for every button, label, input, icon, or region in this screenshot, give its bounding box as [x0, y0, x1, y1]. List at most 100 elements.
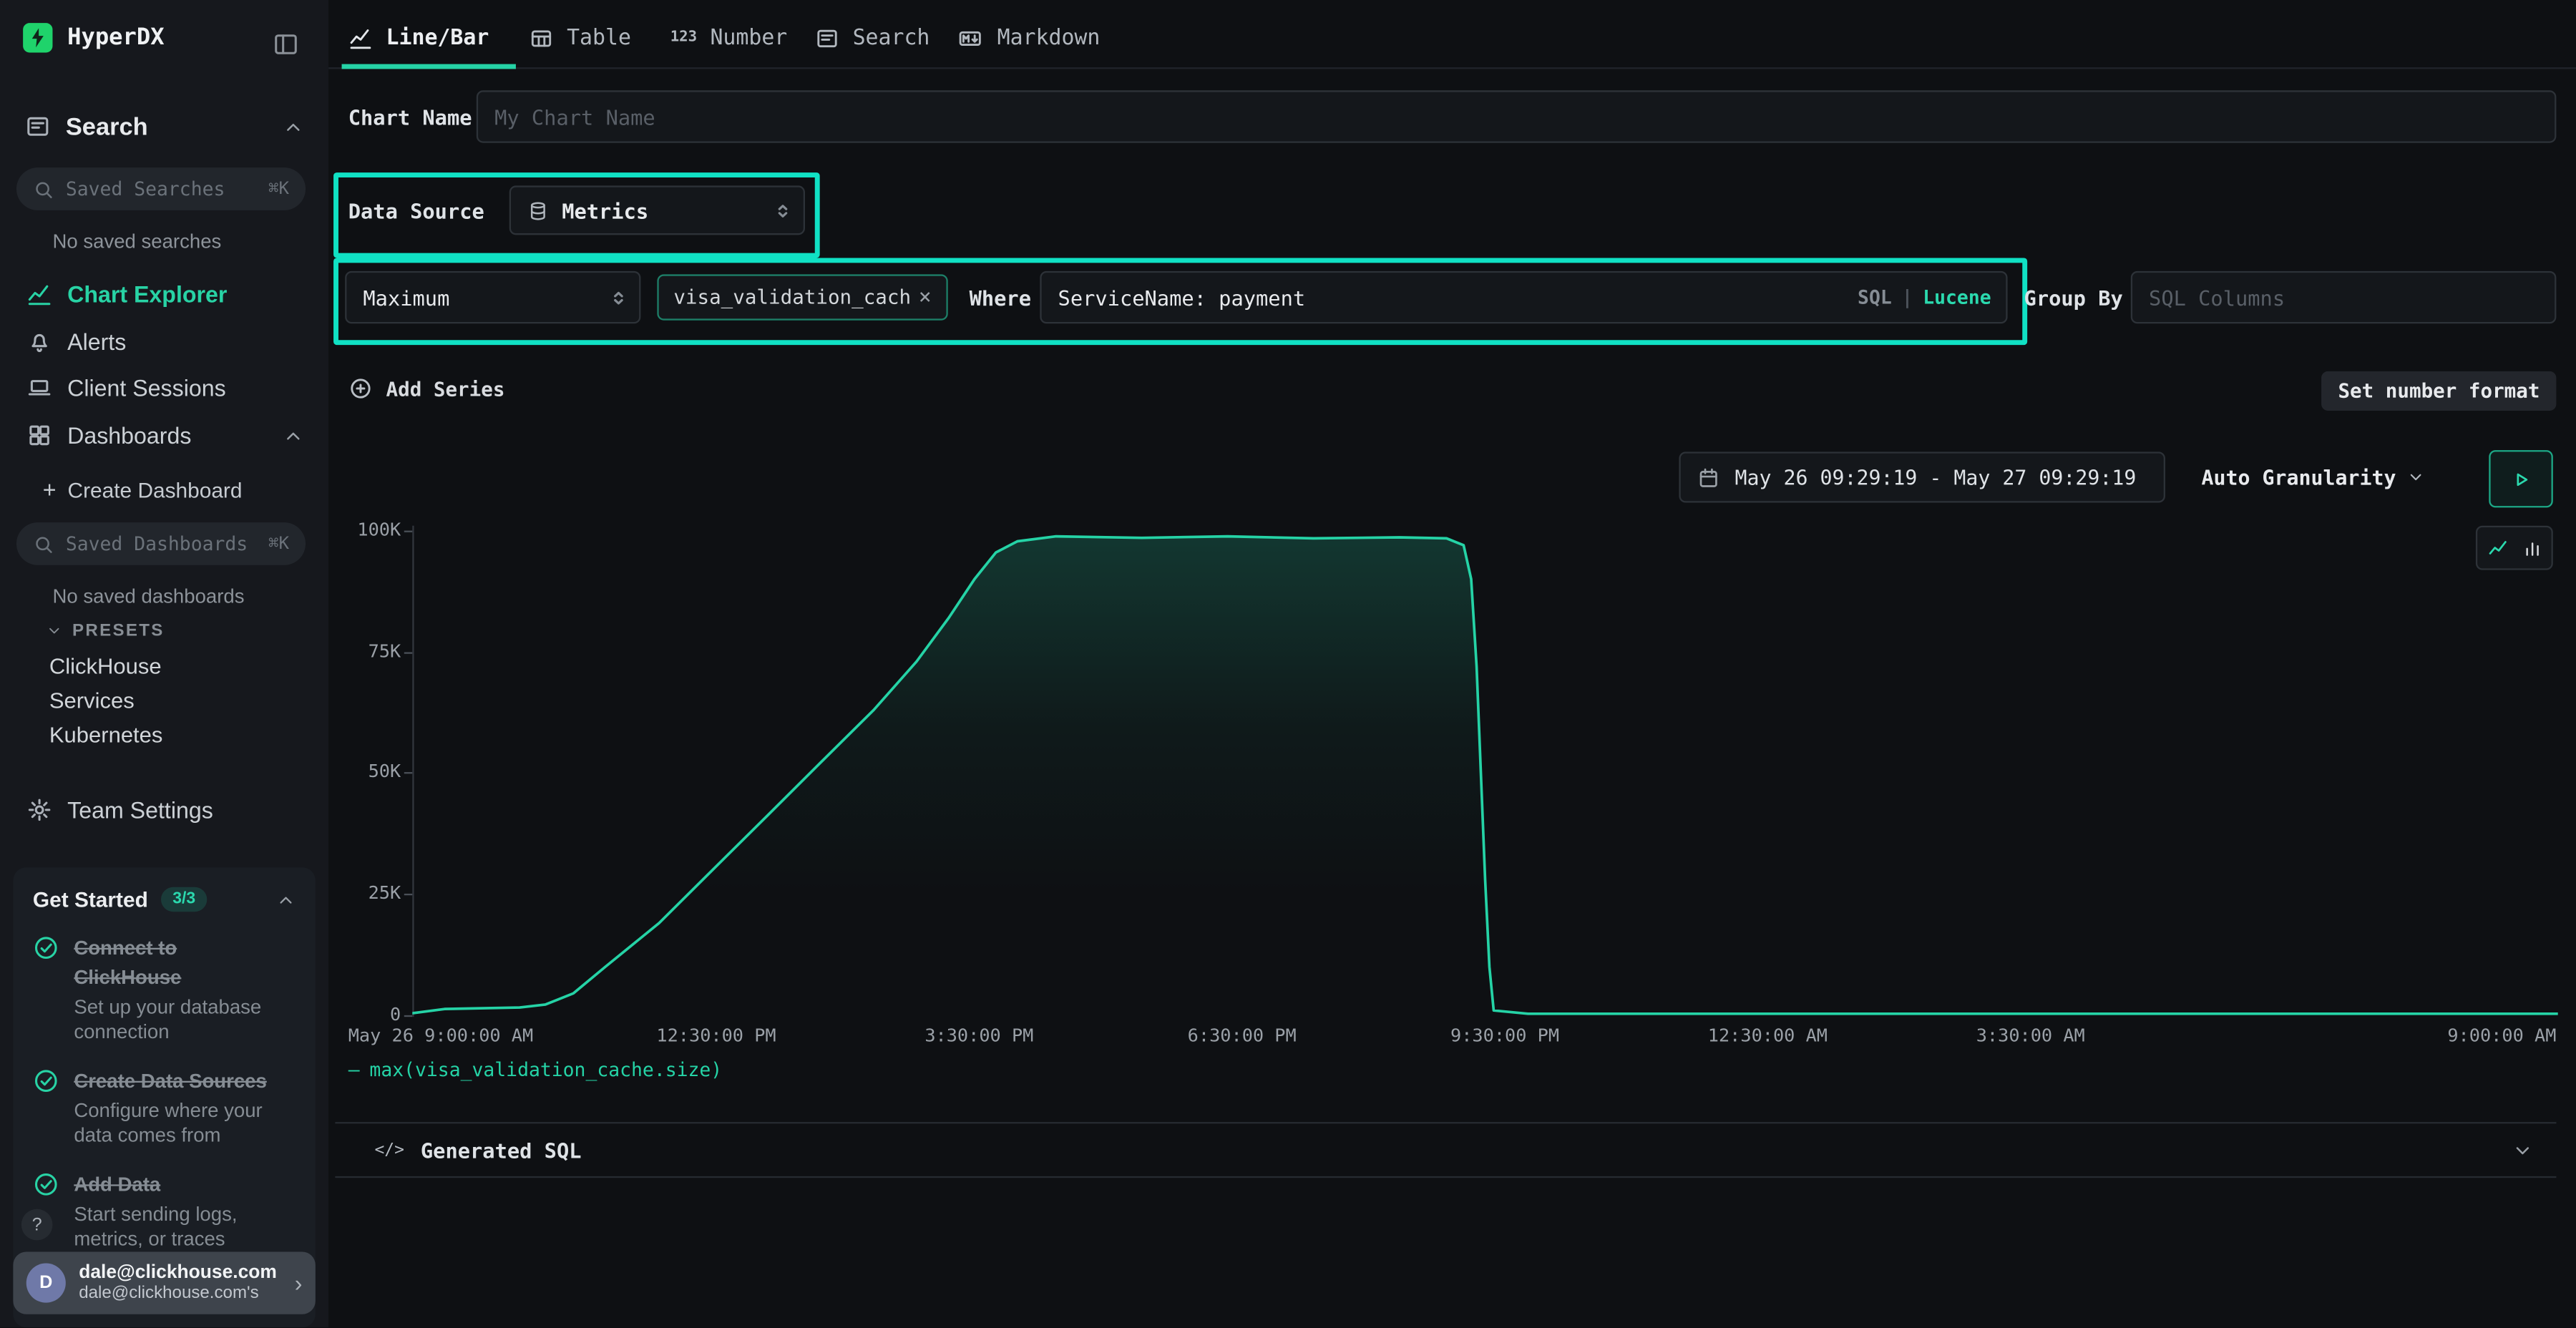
select-chevrons-icon	[774, 200, 791, 221]
chart-name-input[interactable]	[477, 90, 2557, 142]
collapse-sidebar-icon[interactable]	[273, 31, 299, 58]
brand-row: HyperDX	[23, 23, 164, 52]
chevron-up-icon[interactable]	[276, 889, 296, 909]
preset-clickhouse[interactable]: ClickHouse	[49, 654, 162, 678]
sidebar-item-client-sessions[interactable]: Client Sessions	[0, 366, 328, 409]
y-tick-mark	[404, 894, 412, 895]
user-menu[interactable]: D dale@clickhouse.com dale@clickhouse.co…	[13, 1251, 315, 1314]
chevron-up-icon[interactable]	[283, 424, 304, 446]
get-started-item-title: Connect to ClickHouse	[74, 937, 181, 989]
saved-dashboards-placeholder: Saved Dashboards	[66, 532, 268, 555]
legend-line-swatch: —	[348, 1058, 360, 1081]
data-source-select[interactable]: Metrics	[509, 185, 805, 235]
chevron-up-icon[interactable]	[283, 117, 304, 138]
lucene-mode-toggle[interactable]: Lucene	[1923, 285, 1991, 308]
tab-number[interactable]: 123 Number	[670, 13, 788, 62]
y-tick-label: 50K	[328, 761, 401, 782]
tab-label: Search	[853, 26, 930, 50]
timeseries-chart[interactable]	[412, 526, 2557, 1019]
data-source-value: Metrics	[562, 198, 648, 223]
add-series-label: Add Series	[386, 377, 505, 400]
chevron-right-icon: ›	[295, 1270, 303, 1297]
chart-line-icon	[26, 281, 53, 308]
hyperdx-logo-icon	[23, 23, 52, 52]
get-started-item[interactable]: Add Data Start sending logs, metrics, or…	[33, 1170, 296, 1252]
get-started-item-subtitle: Configure where your data comes from	[74, 1099, 278, 1148]
chevron-down-icon[interactable]	[2512, 1139, 2533, 1161]
sidebar-item-label: Dashboards	[67, 422, 191, 449]
search-icon	[33, 533, 54, 555]
get-started-item-title: Add Data	[74, 1173, 160, 1196]
data-source-icon	[527, 200, 549, 221]
saved-searches-input[interactable]: Saved Searches ⌘K	[16, 167, 306, 210]
tab-line-bar[interactable]: Line/Bar	[348, 13, 489, 62]
get-started-title: Get Started	[33, 887, 148, 912]
calendar-icon	[1697, 466, 1720, 489]
legend-series-label: max(visa_validation_cache.size)	[369, 1058, 722, 1081]
search-icon	[33, 178, 54, 200]
sidebar-item-dashboards[interactable]: Dashboards	[0, 414, 328, 457]
no-saved-searches-text: No saved searches	[52, 230, 221, 253]
y-tick-label: 75K	[328, 640, 401, 662]
preset-kubernetes[interactable]: Kubernetes	[49, 723, 163, 747]
chevron-down-icon	[46, 622, 62, 639]
play-icon	[2509, 467, 2532, 490]
generated-sql-label: Generated SQL	[421, 1138, 582, 1162]
create-dashboard-button[interactable]: + Create Dashboard	[43, 477, 243, 503]
presets-toggle[interactable]: PRESETS	[46, 621, 164, 641]
search-section-header[interactable]: Search	[0, 109, 328, 148]
granularity-select[interactable]: Auto Granularity	[2202, 451, 2426, 502]
saved-dashboards-input[interactable]: Saved Dashboards ⌘K	[16, 522, 306, 565]
add-series-button[interactable]: Add Series	[348, 376, 505, 401]
main-content: Line/Bar Table 123 Number Search	[328, 0, 2576, 1327]
x-tick-label: 12:30:00 PM	[656, 1025, 776, 1047]
help-button[interactable]: ?	[21, 1209, 53, 1241]
group-by-input[interactable]	[2131, 271, 2557, 323]
chevron-down-icon	[2408, 468, 2426, 486]
tab-table[interactable]: Table	[529, 13, 631, 62]
chart-legend: — max(visa_validation_cache.size)	[348, 1058, 722, 1081]
y-tick-label: 0	[328, 1004, 401, 1025]
preset-services[interactable]: Services	[49, 688, 135, 713]
close-icon[interactable]: ×	[919, 285, 932, 309]
x-tick-label: May 26 9:00:00 AM	[348, 1025, 534, 1047]
date-range-picker[interactable]: May 26 09:29:19 - May 27 09:29:19	[1679, 451, 2165, 502]
presets-label: PRESETS	[72, 621, 165, 641]
tab-search[interactable]: Search	[815, 13, 930, 62]
sidebar-item-team-settings[interactable]: Team Settings	[0, 788, 328, 831]
sidebar-item-alerts[interactable]: Alerts	[0, 321, 328, 363]
sidebar-item-label: Alerts	[67, 328, 126, 355]
sidebar-item-chart-explorer[interactable]: Chart Explorer	[0, 273, 328, 316]
create-dashboard-label: Create Dashboard	[68, 477, 243, 502]
granularity-value: Auto Granularity	[2202, 466, 2396, 489]
bell-icon	[26, 328, 53, 355]
question-mark-icon: ?	[32, 1215, 42, 1235]
y-tick-label: 25K	[328, 882, 401, 904]
brand-name: HyperDX	[67, 24, 164, 51]
check-circle-icon	[33, 1068, 59, 1094]
app-window: HyperDX Search Saved Searches ⌘K No save…	[0, 0, 2576, 1327]
sql-mode-toggle[interactable]: SQL	[1858, 285, 1892, 308]
get-started-item-title: Create Data Sources	[74, 1070, 267, 1093]
y-tick-mark	[404, 1015, 412, 1017]
x-tick-label: 9:30:00 PM	[1450, 1025, 1559, 1047]
tab-markdown[interactable]: Markdown	[956, 13, 1100, 62]
get-started-item[interactable]: Create Data Sources Configure where your…	[33, 1066, 296, 1148]
y-tick-label: 100K	[328, 519, 401, 541]
where-field: SQL | Lucene	[1040, 271, 2007, 323]
aggregation-value: Maximum	[363, 285, 449, 309]
get-started-item-subtitle: Start sending logs, metrics, or traces	[74, 1203, 278, 1252]
tab-label: Markdown	[997, 26, 1101, 50]
plus-icon: +	[43, 477, 57, 503]
x-tick-label: 3:30:00 AM	[1976, 1025, 2085, 1047]
set-number-format-button[interactable]: Set number format	[2322, 371, 2557, 411]
generated-sql-row[interactable]: </> Generated SQL	[335, 1122, 2556, 1178]
metric-tag[interactable]: visa_validation_cach ×	[657, 274, 947, 320]
y-tick-mark	[404, 652, 412, 653]
aggregation-select[interactable]: Maximum	[345, 271, 640, 323]
run-query-button[interactable]	[2489, 450, 2553, 507]
sidebar-item-label: Team Settings	[67, 797, 213, 824]
markdown-icon	[956, 26, 984, 50]
get-started-item[interactable]: Connect to ClickHouse Set up your databa…	[33, 933, 296, 1045]
group-by-label: Group By	[2024, 285, 2123, 310]
